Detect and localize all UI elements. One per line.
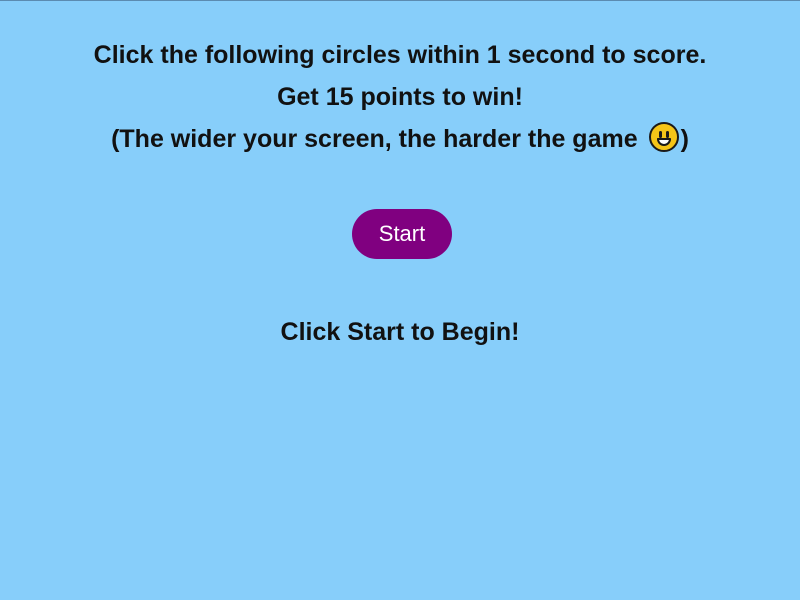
game-page: Click the following circles within 1 sec… [0,0,800,600]
instruction-line-1: Click the following circles within 1 sec… [93,41,707,69]
instruction-line-3-close: ) [680,125,689,153]
instruction-line-2: Get 15 points to win! [277,83,523,111]
instruction-line-3: (The wider your screen, the harder the g… [0,118,800,160]
start-button[interactable]: Start [352,209,452,259]
instructions: Click the following circles within 1 sec… [0,34,800,160]
grinning-face-icon [648,122,679,152]
instruction-line-3-text: (The wider your screen, the harder the g… [111,125,638,153]
status-message: Click Start to Begin! [280,318,520,346]
